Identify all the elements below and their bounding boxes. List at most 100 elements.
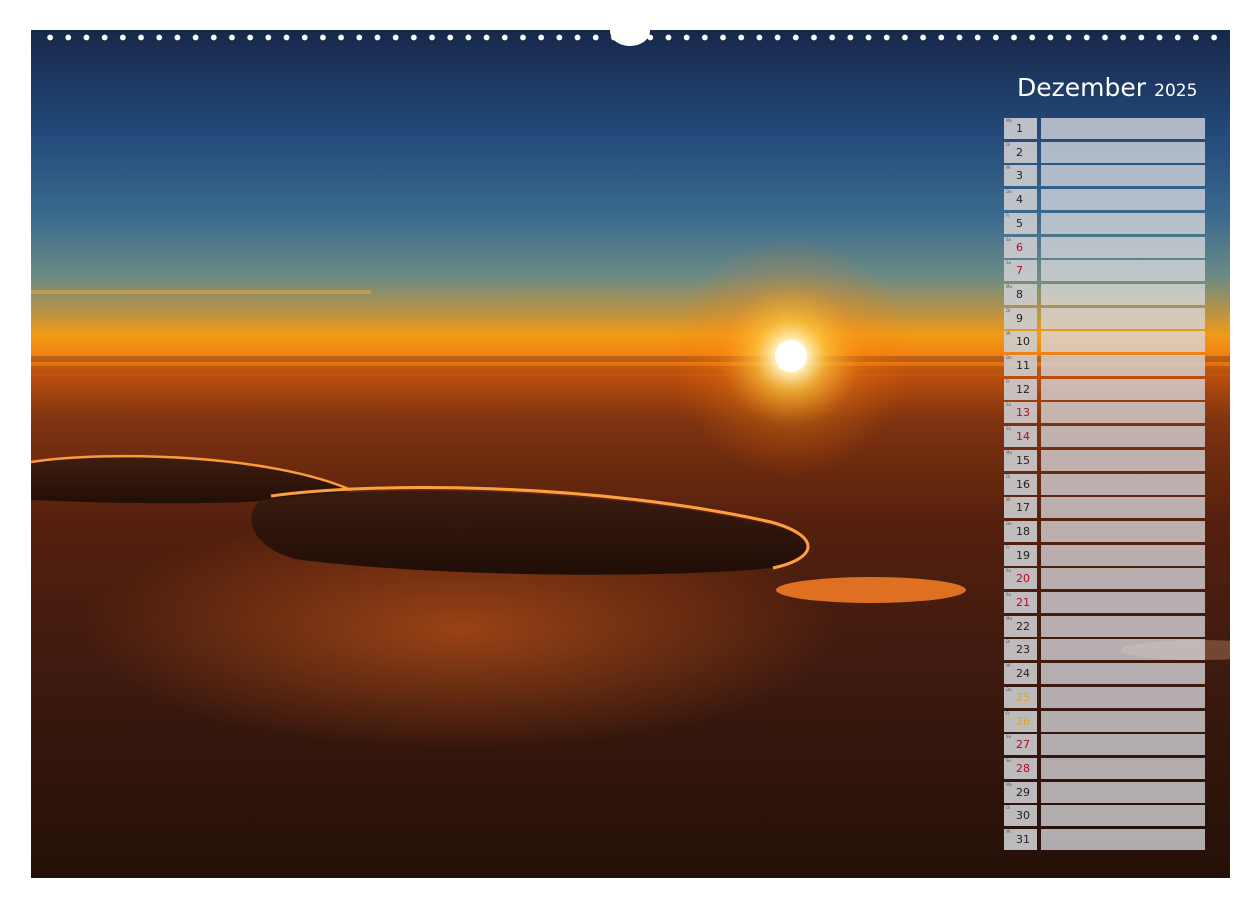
day-cell: Fr 5 [1004,212,1037,234]
weekday-abbr: So [1006,592,1011,597]
note-field [1041,189,1205,211]
day-row: Do 18 [1004,520,1205,542]
day-row: Mo 15 [1004,449,1205,471]
note-field [1041,686,1205,708]
day-cell: Fr 26 [1004,710,1037,732]
day-number: 6 [1016,240,1023,254]
day-row: Di 23 [1004,639,1205,661]
note-field [1041,165,1205,187]
weekday-abbr: Di [1006,639,1011,645]
weekday-abbr: Mi [1006,497,1011,503]
hanger-notch [610,16,650,46]
weekday-abbr: Fr [1006,212,1010,218]
day-cell: Di 16 [1004,473,1037,495]
day-number: 7 [1016,264,1023,278]
day-cell: Fr 12 [1004,378,1037,400]
day-row: Sa 13 [1004,402,1205,424]
note-field [1041,497,1205,519]
day-number: 9 [1016,311,1023,325]
day-row: Sa 20 [1004,568,1205,590]
weekday-abbr: So [1006,426,1011,432]
note-field [1041,663,1205,685]
day-number: 5 [1016,216,1023,230]
day-cell: So 28 [1004,757,1037,779]
day-cell: Mo 1 [1004,118,1037,139]
day-number: 2 [1016,145,1023,159]
day-row: So 14 [1004,426,1205,448]
day-row: Di 16 [1004,473,1205,495]
day-number: 29 [1016,785,1030,799]
note-field [1041,734,1205,756]
weekday-abbr: Do [1006,520,1012,526]
day-row: Mi 3 [1004,165,1205,187]
note-field [1041,141,1205,163]
day-row: Do 4 [1004,189,1205,211]
day-cell: Di 23 [1004,639,1037,661]
day-row: Mi 24 [1004,663,1205,685]
weekday-abbr: Fr [1006,378,1010,384]
day-cell: Do 18 [1004,520,1037,542]
day-cell: So 21 [1004,592,1037,613]
day-row: Di 2 [1004,141,1205,163]
day-row: Mo 8 [1004,283,1205,305]
day-cell: Mi 3 [1004,165,1037,187]
note-field [1041,378,1205,400]
day-number: 10 [1016,335,1030,349]
note-field [1041,805,1205,827]
day-row: Mi 31 [1004,829,1205,850]
day-number: 4 [1016,193,1023,207]
day-number: 19 [1016,548,1030,562]
day-row: Mo 22 [1004,615,1205,637]
day-number: 25 [1016,690,1030,704]
day-number: 18 [1016,524,1030,538]
day-number: 21 [1016,596,1030,609]
day-cell: Do 25 [1004,686,1037,708]
day-cell: Fr 19 [1004,544,1037,566]
weekday-abbr: Sa [1006,734,1011,740]
day-number: 22 [1016,619,1030,633]
note-field [1041,307,1205,329]
day-number: 16 [1016,477,1030,491]
month-title: Dezember 2025 [1017,73,1217,105]
note-field [1041,544,1205,566]
day-row: Sa 6 [1004,236,1205,258]
note-field [1041,331,1205,353]
day-number: 13 [1016,406,1030,420]
day-number: 3 [1016,169,1023,183]
day-cell: Do 4 [1004,189,1037,211]
weekday-abbr: Mi [1006,663,1011,669]
weekday-abbr: Mo [1006,781,1012,787]
day-number: 1 [1016,122,1023,135]
day-number: 26 [1016,714,1030,728]
day-cell: Mo 15 [1004,449,1037,471]
note-field [1041,260,1205,282]
day-number: 20 [1016,572,1030,586]
day-cell: Di 9 [1004,307,1037,329]
day-row: Mi 10 [1004,331,1205,353]
day-row: So 7 [1004,260,1205,282]
day-number: 11 [1016,359,1030,372]
weekday-abbr: Sa [1006,568,1011,574]
weekday-abbr: So [1006,260,1011,266]
weekday-abbr: Mi [1006,829,1011,834]
day-cell: So 7 [1004,260,1037,282]
day-row: Do 11 [1004,355,1205,376]
calendar-page: Dezember 2025 Mo 1 Di 2 Mi 3 Do 4 Fr 5 Sa 6 So 7 Mo 8 Di… [0,0,1260,908]
day-number: 8 [1016,287,1023,301]
day-row: Fr 26 [1004,710,1205,732]
weekday-abbr: Mi [1006,165,1011,171]
note-field [1041,710,1205,732]
note-field [1041,283,1205,305]
weekday-abbr: Do [1006,686,1012,692]
day-row: Fr 5 [1004,212,1205,234]
day-number: 24 [1016,667,1030,681]
note-field [1041,426,1205,448]
day-cell: Mi 24 [1004,663,1037,685]
weekday-abbr: Do [1006,355,1012,360]
note-field [1041,118,1205,139]
day-cell: Di 2 [1004,141,1037,163]
day-number: 31 [1016,833,1030,846]
weekday-abbr: Mi [1006,331,1011,337]
day-cell: Mi 31 [1004,829,1037,850]
day-cell: So 14 [1004,426,1037,448]
